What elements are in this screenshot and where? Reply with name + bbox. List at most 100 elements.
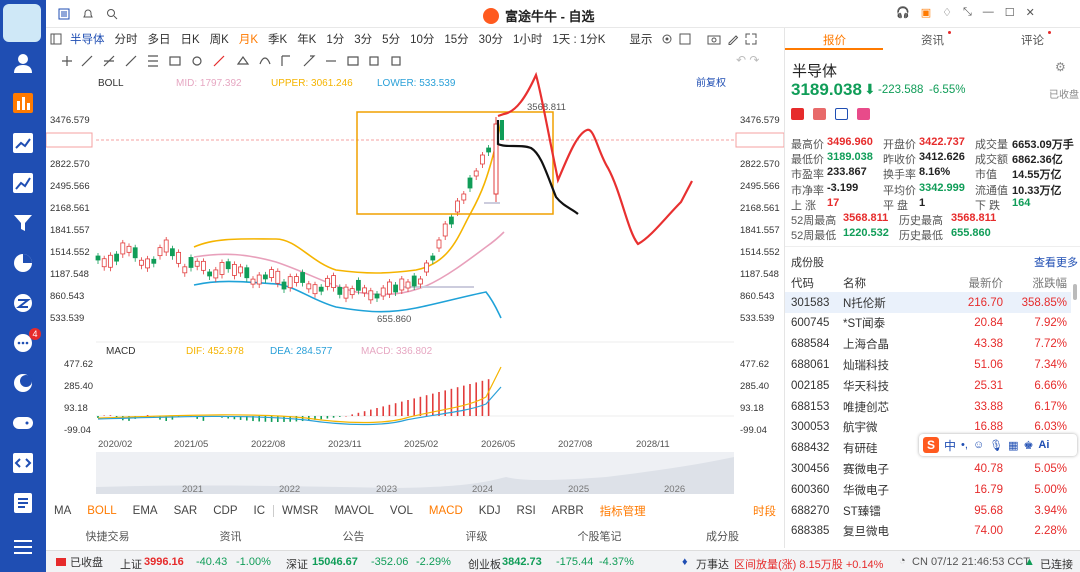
tf-yearly[interactable]: 年K xyxy=(292,31,321,47)
ime-punct-icon[interactable]: •, xyxy=(961,439,968,451)
ime-skin-icon[interactable]: ♚ xyxy=(1024,439,1034,452)
user-icon[interactable] xyxy=(12,52,34,74)
camera-icon[interactable] xyxy=(707,33,721,45)
col-pct[interactable]: 涨跌幅 xyxy=(1003,275,1068,291)
maximize-icon[interactable]: ☐ xyxy=(1005,6,1015,19)
col-price[interactable]: 最新价 xyxy=(931,275,1004,291)
ind-cdp[interactable]: CDP xyxy=(205,505,245,517)
boll-label[interactable]: BOLL xyxy=(98,78,124,89)
ind-boll[interactable]: BOLL xyxy=(79,505,124,517)
ind-ema[interactable]: EMA xyxy=(125,505,166,517)
headset-icon[interactable]: 🎧 xyxy=(896,6,910,19)
notes-icon[interactable] xyxy=(12,492,34,514)
settings-icon[interactable]: ⚙ xyxy=(1055,60,1066,74)
drawn-projection-red[interactable] xyxy=(497,71,693,246)
ind-ma[interactable]: MA xyxy=(46,505,79,517)
checkbox-icon[interactable] xyxy=(679,33,691,45)
settings-icon[interactable] xyxy=(661,33,673,45)
ind-rsi[interactable]: RSI xyxy=(509,505,544,517)
game-icon[interactable] xyxy=(12,412,34,434)
table-row[interactable]: 688385 复旦微电 74.00 2.28% xyxy=(785,521,1071,542)
tab-quick-trade[interactable]: 快捷交易 xyxy=(46,528,169,548)
tab-components[interactable]: 成分股 xyxy=(661,528,784,548)
ind-wmsr[interactable]: WMSR xyxy=(273,505,326,517)
scrollbar[interactable] xyxy=(1073,284,1077,300)
chart-icon[interactable] xyxy=(12,172,34,194)
tab-ratings[interactable]: 评级 xyxy=(415,528,538,548)
table-row[interactable]: 688061 灿瑞科技 51.06 7.34% xyxy=(785,354,1071,375)
table-row[interactable]: 600745 *ST闻泰 20.84 7.92% xyxy=(785,313,1071,334)
moon-icon[interactable] xyxy=(12,372,34,394)
ind-macd[interactable]: MACD xyxy=(421,505,471,517)
tf-custom[interactable]: 1天 : 1分K xyxy=(547,31,610,47)
tf-3min[interactable]: 3分 xyxy=(349,31,377,47)
table-row[interactable]: 688270 ST臻镭 95.68 3.94% xyxy=(785,500,1071,521)
cy-label[interactable]: 创业板 xyxy=(468,556,501,572)
ime-mic-icon[interactable]: 🎙 xyxy=(989,439,1003,452)
ime-keyboard-icon[interactable]: ▦ xyxy=(1008,439,1018,452)
drawn-projection-black[interactable] xyxy=(496,120,579,215)
indicator-manage[interactable]: 指标管理 xyxy=(592,503,654,519)
table-row[interactable]: 600360 华微电子 16.79 5.00% xyxy=(785,479,1071,500)
kline-chart[interactable]: BOLL MID: 1797.392 UPPER: 3061.246 LOWER… xyxy=(45,71,785,497)
search-icon[interactable] xyxy=(106,8,118,20)
expand-icon[interactable] xyxy=(745,33,757,45)
table-row[interactable]: 688584 上海合晶 43.38 7.72% xyxy=(785,334,1071,355)
col-code[interactable]: 代码 xyxy=(785,275,843,291)
tf-intraday[interactable]: 分时 xyxy=(110,31,143,47)
filter-icon[interactable] xyxy=(12,212,34,234)
time-period[interactable]: 时段 xyxy=(745,503,784,519)
tf-10min[interactable]: 10分 xyxy=(405,31,439,47)
pie-icon[interactable] xyxy=(12,252,34,274)
community-icon[interactable] xyxy=(12,292,34,314)
menu-icon[interactable] xyxy=(12,536,34,558)
bag-icon[interactable]: ▣ xyxy=(921,6,931,19)
drawing-tools[interactable] xyxy=(60,54,500,68)
table-row[interactable]: 301583 N托伦斯 216.70 358.85% xyxy=(785,292,1071,313)
tab-announcements[interactable]: 公告 xyxy=(292,528,415,548)
table-row[interactable]: 688153 唯捷创芯 33.88 6.17% xyxy=(785,396,1071,417)
adjust-toggle[interactable]: 前复权 xyxy=(696,76,726,89)
ime-ai-icon[interactable]: Ai xyxy=(1038,439,1049,451)
ind-mavol[interactable]: MAVOL xyxy=(326,505,381,517)
sh-label[interactable]: 上证 xyxy=(120,556,142,572)
tf-monthly[interactable]: 月K xyxy=(234,31,263,47)
tf-name[interactable]: 半导体 xyxy=(65,31,110,47)
ime-emoji-icon[interactable]: ☺ xyxy=(973,439,984,451)
ind-sar[interactable]: SAR xyxy=(166,505,206,517)
undo-redo[interactable]: ↶ ↷ xyxy=(736,53,759,67)
panel-icon[interactable] xyxy=(50,33,62,45)
hot-icon[interactable] xyxy=(813,108,826,120)
tf-15min[interactable]: 15分 xyxy=(439,31,473,47)
note-icon[interactable] xyxy=(835,108,848,120)
drawn-rectangle[interactable] xyxy=(356,111,554,215)
tf-1min[interactable]: 1分 xyxy=(321,31,349,47)
ind-arbr[interactable]: ARBR xyxy=(544,505,592,517)
tf-daily[interactable]: 日K xyxy=(176,31,205,47)
minimize-icon[interactable]: — xyxy=(983,6,994,19)
code-icon[interactable] xyxy=(12,452,34,474)
tf-quarterly[interactable]: 季K xyxy=(263,31,292,47)
tab-comments[interactable]: 评论 xyxy=(1021,32,1044,48)
tf-30min[interactable]: 30分 xyxy=(474,31,508,47)
tab-quote[interactable]: 报价 xyxy=(823,32,846,48)
sz-label[interactable]: 深证 xyxy=(286,556,308,572)
tab-info[interactable]: 资讯 xyxy=(921,32,944,48)
bell-icon[interactable] xyxy=(82,8,94,20)
ind-ic[interactable]: IC xyxy=(246,505,274,517)
tab-news[interactable]: 资讯 xyxy=(169,528,292,548)
tab-notes[interactable]: 个股笔记 xyxy=(538,528,661,548)
pen-icon[interactable] xyxy=(727,33,739,45)
display-menu[interactable]: 显示 xyxy=(624,31,657,47)
table-row[interactable]: 300456 赛微电子 40.78 5.05% xyxy=(785,458,1071,479)
watchlist-icon[interactable] xyxy=(58,8,70,20)
tf-weekly[interactable]: 周K xyxy=(205,31,234,47)
macd-label[interactable]: MACD xyxy=(106,346,135,357)
col-name[interactable]: 名称 xyxy=(843,275,931,291)
market-icon[interactable] xyxy=(12,92,34,114)
trend-icon[interactable] xyxy=(12,132,34,154)
shirt-icon[interactable]: ♢ xyxy=(942,6,952,19)
tf-5min[interactable]: 5分 xyxy=(377,31,405,47)
table-row[interactable]: 002185 华天科技 25.31 6.66% xyxy=(785,375,1071,396)
ime-toolbar[interactable]: S 中 •, ☺ 🎙 ▦ ♚ Ai xyxy=(919,434,1077,456)
